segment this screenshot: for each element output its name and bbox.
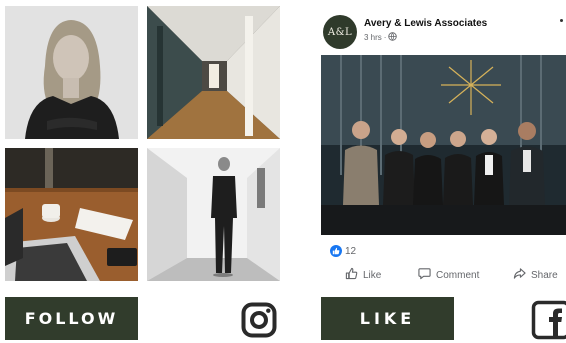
globe-icon: [388, 32, 397, 43]
instagram-icon[interactable]: [241, 302, 277, 338]
page-name[interactable]: Avery & Lewis Associates: [364, 18, 487, 29]
reaction-count: 12: [345, 246, 356, 257]
comment-action-button[interactable]: Comment: [418, 267, 479, 283]
facebook-icon[interactable]: [531, 300, 566, 340]
photo-office-hallway: [147, 6, 280, 139]
more-options-icon[interactable]: [560, 19, 563, 22]
thumbs-up-icon: [345, 267, 358, 283]
reaction-summary[interactable]: 12: [330, 245, 356, 257]
like-action-label: Like: [363, 270, 381, 281]
post-time[interactable]: 3 hrs: [364, 33, 382, 42]
page-avatar[interactable]: A&L: [323, 15, 357, 49]
facebook-post: A&L Avery & Lewis Associates 3 hrs ·: [321, 0, 566, 290]
photo-desk-laptop: [5, 148, 138, 281]
photo-portrait-woman: [5, 6, 138, 139]
meta-separator: ·: [384, 33, 387, 42]
follow-button[interactable]: FOLLOW: [5, 297, 138, 340]
share-action-button[interactable]: Share: [513, 267, 558, 283]
comment-icon: [418, 267, 431, 283]
thumbs-up-icon: [330, 245, 342, 257]
share-action-label: Share: [531, 270, 558, 281]
share-icon: [513, 267, 526, 283]
like-page-button[interactable]: LIKE: [321, 297, 454, 340]
post-meta: 3 hrs ·: [364, 32, 397, 43]
like-action-button[interactable]: Like: [345, 267, 381, 283]
comment-action-label: Comment: [436, 270, 479, 281]
post-team-photo[interactable]: [321, 55, 566, 235]
photo-man-corridor: [147, 148, 280, 281]
